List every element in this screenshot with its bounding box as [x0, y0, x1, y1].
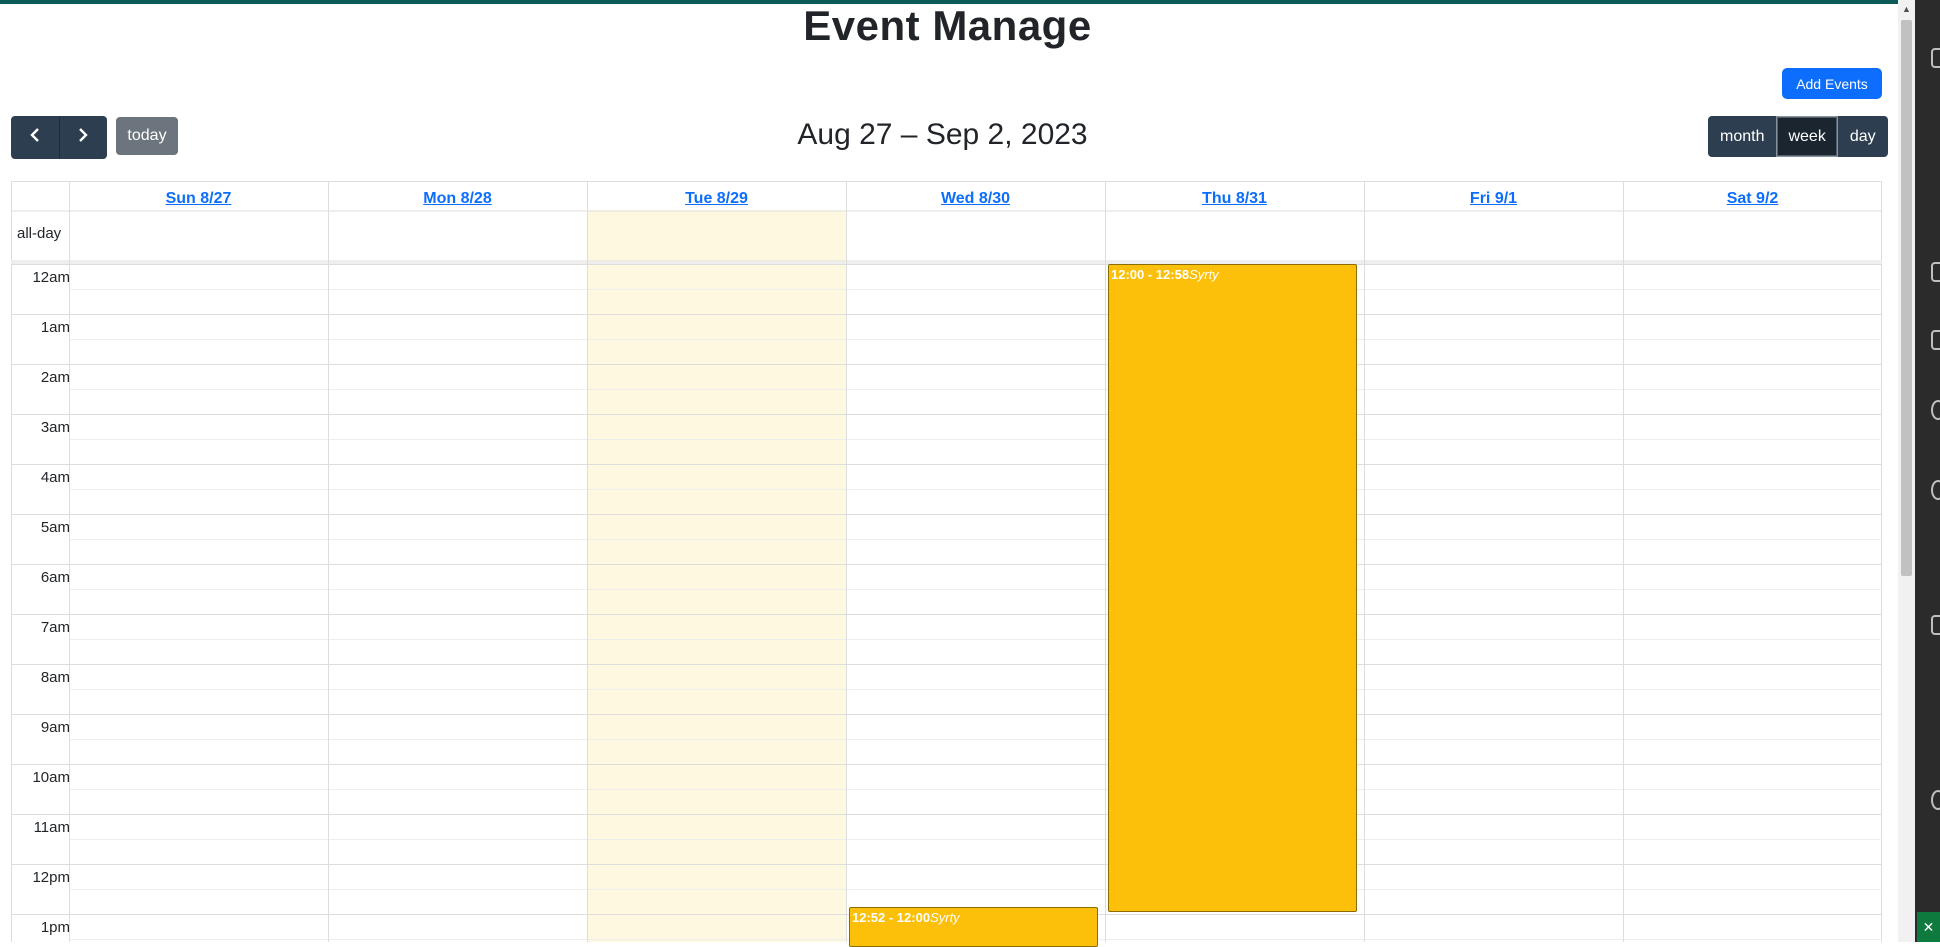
time-slot-label: 12am [32, 269, 70, 286]
time-slot-label: 8am [40, 669, 70, 686]
all-day-label: all-day [17, 225, 62, 242]
view-day-button[interactable]: day [1837, 116, 1888, 157]
panel-icon[interactable] [1931, 400, 1940, 420]
time-slot-label: 11am [33, 819, 70, 836]
time-slot-label: 3am [40, 419, 70, 436]
view-month-button[interactable]: month [1708, 116, 1777, 157]
time-slot-label: 2am [40, 369, 70, 386]
time-slot-label: 12pm [32, 869, 70, 886]
add-events-button[interactable]: Add Events [1782, 68, 1882, 99]
view-week-button[interactable]: week [1776, 116, 1838, 157]
event-time: 12:52 - 12:00 [852, 910, 931, 926]
calendar-event[interactable]: 12:52 - 12:00Syrty [849, 907, 1098, 947]
event-title: Syrty [1189, 267, 1219, 282]
time-slot-label: 4am [40, 469, 70, 486]
event-time: 12:00 - 12:58 [1111, 267, 1190, 282]
calendar-event[interactable]: 12:00 - 12:58Syrty [1108, 264, 1357, 913]
time-slot-label: 7am [40, 619, 70, 636]
day-header-link[interactable]: Sat 9/2 [1623, 190, 1882, 208]
time-slot-label: 1pm [40, 919, 70, 936]
time-slot-label: 6am [40, 569, 70, 586]
browser-side-panel [1915, 0, 1940, 942]
time-slot-label: 1am [40, 319, 70, 336]
calendar-grid [11, 181, 1882, 942]
day-header-link[interactable]: Tue 8/29 [587, 190, 846, 208]
panel-icon[interactable] [1931, 790, 1940, 810]
panel-icon[interactable] [1931, 48, 1940, 68]
day-header-link[interactable]: Thu 8/31 [1105, 190, 1364, 208]
scrollbar-thumb[interactable] [1901, 20, 1912, 576]
time-slot-label: 10am [32, 769, 70, 786]
today-column-highlight [587, 211, 846, 942]
scroll-up-arrow-icon[interactable]: ▲ [1899, 4, 1914, 16]
panel-icon[interactable] [1931, 615, 1940, 635]
allday-separator [11, 261, 1882, 264]
day-header-link[interactable]: Fri 9/1 [1364, 190, 1623, 208]
day-header-link[interactable]: Wed 8/30 [846, 190, 1105, 208]
time-slot-label: 5am [40, 519, 70, 536]
close-icon[interactable]: ✕ [1917, 912, 1940, 942]
panel-icon[interactable] [1931, 480, 1940, 500]
event-title: Syrty [930, 910, 960, 926]
panel-icon[interactable] [1931, 330, 1940, 350]
date-range-title: Aug 27 – Sep 2, 2023 [797, 118, 1088, 151]
time-slot-label: 9am [40, 719, 70, 736]
panel-icon[interactable] [1931, 262, 1940, 282]
view-switcher: month week day [1708, 116, 1888, 157]
week-calendar: all-day Sun 8/27 Mon 8/28 Tue 8/29 Wed 8/30… [11, 181, 1882, 947]
day-header-link[interactable]: Sun 8/27 [69, 190, 328, 208]
page-title: Event Manage [803, 2, 1092, 49]
day-header-link[interactable]: Mon 8/28 [328, 190, 587, 208]
